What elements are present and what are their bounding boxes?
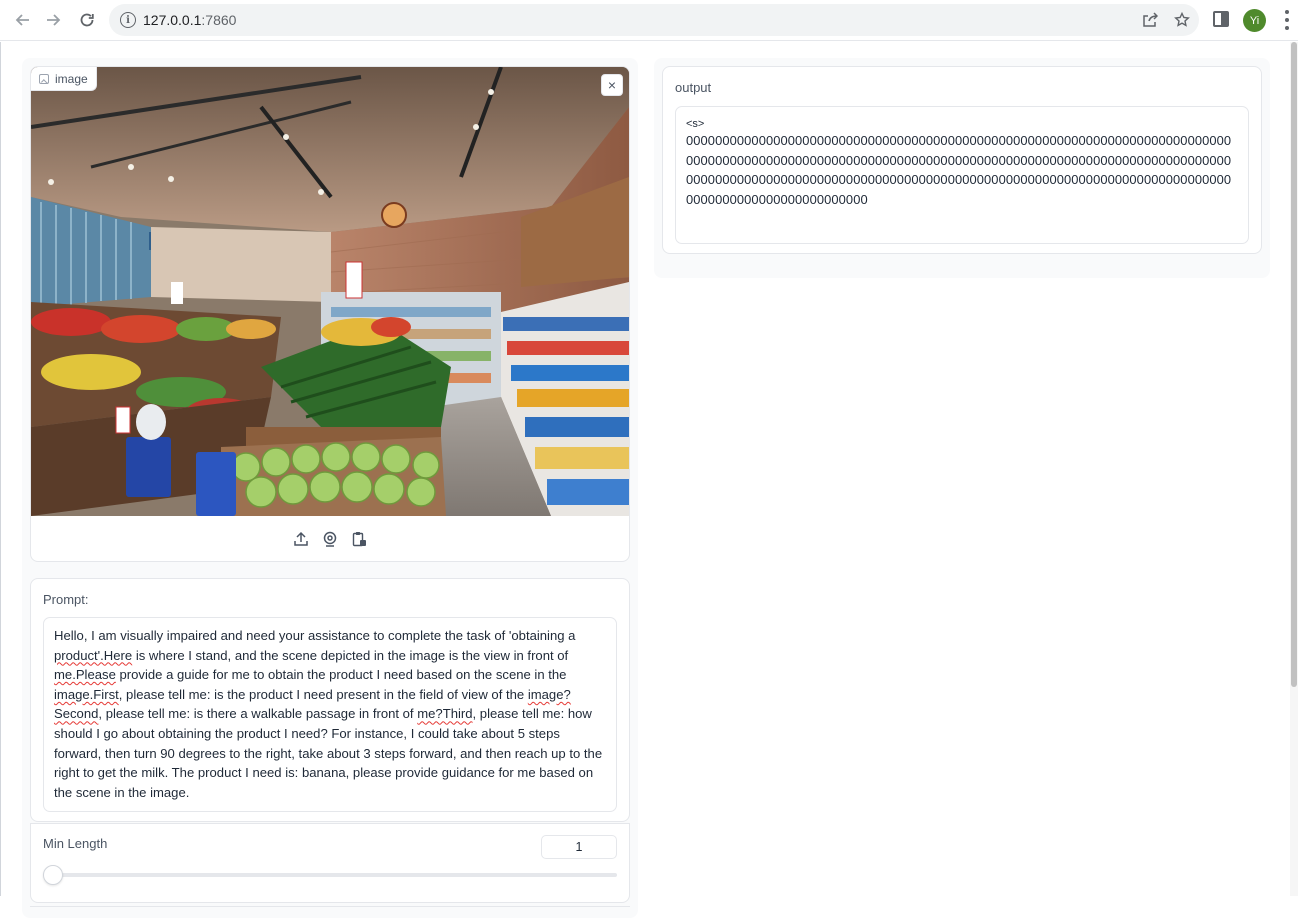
- output-block: output <s> 00000000000000000000000000000…: [662, 66, 1262, 254]
- output-label: output: [675, 80, 712, 95]
- site-info-icon[interactable]: i: [120, 12, 136, 28]
- page-scrollbar[interactable]: [1290, 42, 1298, 896]
- image-label: image: [31, 67, 97, 91]
- input-column: image × Prompt: Hello, I am visually imp…: [22, 58, 638, 918]
- clipboard-icon[interactable]: [351, 531, 368, 548]
- image-icon: [39, 73, 49, 84]
- prompt-text-segment: Hello, I am visually impaired and need y…: [54, 628, 576, 643]
- address-bar[interactable]: i 127.0.0.1:7860: [109, 4, 1199, 36]
- back-arrow-icon[interactable]: [9, 8, 35, 32]
- misspelled-word: Second: [54, 706, 99, 722]
- output-start-token: <s>: [686, 118, 705, 130]
- page-left-border: [0, 42, 1, 896]
- prompt-text-segment: is where I stand, and the scene depicted…: [132, 647, 569, 663]
- supermarket-photo[interactable]: [31, 67, 629, 516]
- output-column: output <s> 00000000000000000000000000000…: [654, 58, 1270, 278]
- image-input-block: image ×: [30, 66, 630, 562]
- output-textbox[interactable]: <s> 000000000000000000000000000000000000…: [675, 106, 1249, 244]
- clear-image-button[interactable]: ×: [601, 74, 623, 96]
- min-length-number-input[interactable]: 1: [541, 835, 617, 859]
- reload-icon[interactable]: [74, 8, 100, 32]
- misspelled-word: image?: [527, 686, 571, 702]
- min-length-label: Min Length: [43, 836, 108, 851]
- image-label-text: image: [55, 71, 88, 86]
- menu-kebab-icon[interactable]: [1280, 10, 1294, 30]
- url-text[interactable]: 127.0.0.1:7860: [143, 12, 236, 28]
- prompt-text-segment: , please tell me: is there a walkable pa…: [98, 706, 418, 722]
- misspelled-word: me.Please: [54, 667, 116, 683]
- prompt-label: Prompt:: [43, 592, 89, 607]
- image-source-toolbar: [31, 516, 629, 562]
- prompt-textarea[interactable]: Hello, I am visually impaired and need y…: [43, 617, 617, 812]
- min-length-slider-track[interactable]: [43, 873, 617, 877]
- min-length-block: Min Length 1: [30, 823, 630, 903]
- share-icon[interactable]: [1140, 10, 1160, 30]
- min-length-slider-handle[interactable]: [43, 865, 63, 885]
- output-text: 0000000000000000000000000000000000000000…: [686, 133, 1232, 207]
- browser-toolbar: i 127.0.0.1:7860 Yi: [0, 0, 1298, 41]
- next-block-border: [30, 906, 630, 907]
- upload-icon[interactable]: [293, 531, 310, 548]
- side-panel-icon[interactable]: [1213, 11, 1229, 27]
- prompt-text-segment: , please tell me: is the product I need …: [118, 686, 528, 702]
- prompt-text-segment: provide a guide for me to obtain the pro…: [115, 667, 567, 683]
- misspelled-word: image.First: [54, 686, 119, 702]
- page: image × Prompt: Hello, I am visually imp…: [0, 42, 1298, 918]
- forward-arrow-icon[interactable]: [41, 8, 67, 32]
- bookmark-star-icon[interactable]: [1172, 10, 1192, 30]
- misspelled-word: product'.Here: [54, 647, 133, 663]
- prompt-block: Prompt: Hello, I am visually impaired an…: [30, 578, 630, 822]
- scrollbar-thumb[interactable]: [1291, 42, 1297, 687]
- misspelled-word: me?Third: [417, 706, 473, 722]
- profile-avatar[interactable]: Yi: [1243, 9, 1266, 32]
- webcam-icon[interactable]: [322, 531, 339, 548]
